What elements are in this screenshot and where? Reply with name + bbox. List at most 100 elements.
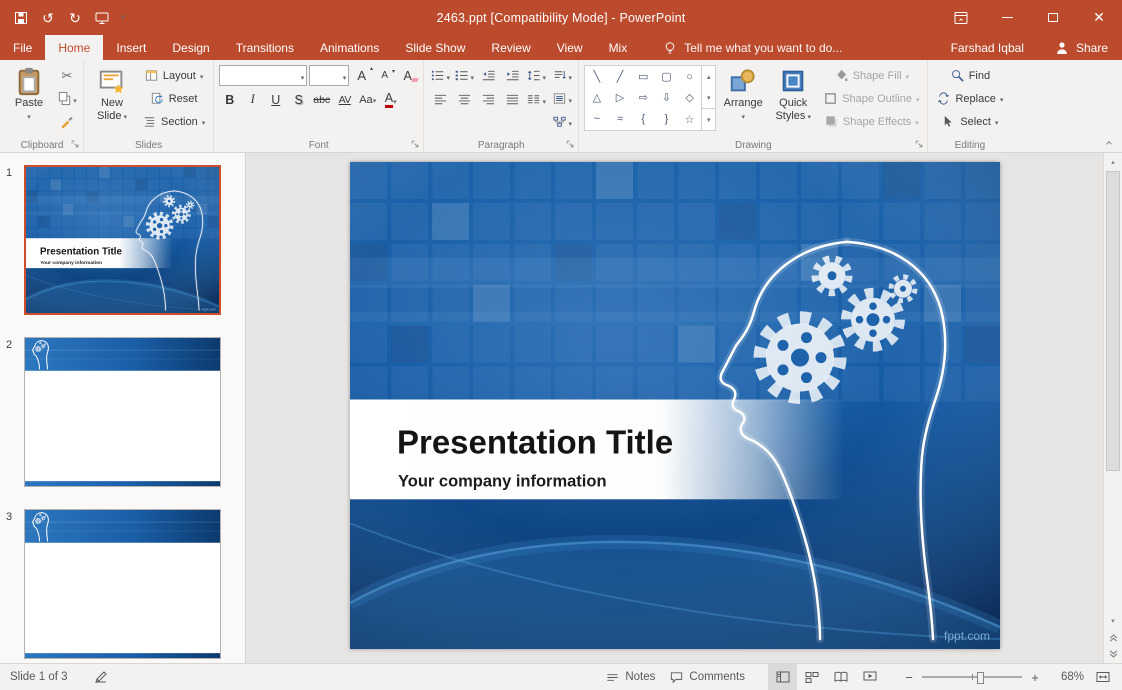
increase-font-size-button[interactable]: A (351, 65, 372, 86)
shape-glyph[interactable]: ╲ (594, 70, 601, 83)
shape-glyph[interactable]: ○ (686, 71, 693, 83)
reading-view-button[interactable] (826, 664, 855, 690)
redo-button[interactable]: ↻ (62, 5, 88, 31)
vertical-scrollbar[interactable] (1103, 153, 1122, 663)
slide-thumbnail-1[interactable]: 1 (6, 165, 245, 315)
slide-thumbnail-image[interactable] (24, 509, 221, 659)
cut-button[interactable]: ✂ (56, 65, 78, 86)
shape-glyph[interactable]: ≈ (617, 113, 623, 125)
account-name[interactable]: Farshad Iqbal (951, 35, 1024, 60)
slide-thumbnail-3[interactable]: 3 (6, 509, 245, 659)
strikethrough-button[interactable]: abc (311, 89, 332, 110)
close-button[interactable]: ✕ (1076, 0, 1122, 35)
shape-glyph[interactable]: ▭ (638, 70, 648, 83)
ribbon-display-options-button[interactable] (938, 0, 984, 35)
change-case-button[interactable]: Aa (357, 89, 378, 110)
font-dialog-launcher[interactable] (409, 138, 421, 150)
reset-button[interactable]: Reset (139, 88, 208, 109)
start-slideshow-button[interactable] (89, 5, 115, 31)
format-painter-button[interactable] (56, 111, 78, 132)
undo-button[interactable]: ↺ (35, 5, 61, 31)
find-button[interactable]: Find (933, 65, 1006, 86)
shapes-scroll-down-button[interactable] (702, 87, 715, 108)
arrange-button[interactable]: Arrange (720, 63, 766, 137)
tab-design[interactable]: Design (159, 35, 222, 60)
slide-sorter-view-button[interactable] (797, 664, 826, 690)
tab-home[interactable]: Home (45, 35, 103, 60)
zoom-level[interactable]: 68% (1050, 671, 1084, 683)
increase-indent-button[interactable] (501, 65, 523, 86)
shape-glyph[interactable]: ☆ (685, 113, 695, 126)
previous-slide-button[interactable] (1104, 629, 1122, 646)
scroll-down-button[interactable] (1104, 612, 1122, 629)
collapse-ribbon-button[interactable] (1101, 136, 1117, 149)
shapes-gallery[interactable]: ╲ ╱ ▭ ▢ ○ △ ▷ ⇨ ⇩ ◇ ~ ≈ { } ☆ (584, 65, 716, 131)
notes-button[interactable]: Notes (598, 664, 662, 690)
shape-glyph[interactable]: ▷ (616, 91, 624, 104)
paste-button[interactable]: Paste (6, 63, 52, 137)
slide-editor[interactable] (350, 162, 1000, 649)
shape-glyph[interactable]: ⇨ (639, 91, 648, 104)
tell-me-box[interactable]: Tell me what you want to do... (656, 35, 848, 60)
normal-view-button[interactable] (768, 664, 797, 690)
align-center-button[interactable] (453, 89, 475, 110)
shape-glyph[interactable]: } (665, 113, 669, 125)
slide-thumbnail-image[interactable] (24, 337, 221, 487)
columns-button[interactable] (525, 89, 547, 110)
font-name-combobox[interactable] (219, 65, 307, 86)
tab-insert[interactable]: Insert (103, 35, 159, 60)
tab-animations[interactable]: Animations (307, 35, 392, 60)
bold-button[interactable]: B (219, 89, 240, 110)
shape-glyph[interactable]: ~ (594, 113, 600, 125)
layout-button[interactable]: Layout (139, 65, 208, 86)
shape-outline-button[interactable]: Shape Outline (820, 88, 922, 109)
shape-glyph[interactable]: ◇ (685, 91, 693, 104)
align-left-button[interactable] (429, 89, 451, 110)
slide-show-button[interactable] (855, 664, 884, 690)
tab-slide-show[interactable]: Slide Show (392, 35, 478, 60)
text-shadow-button[interactable]: S (288, 89, 309, 110)
slide-thumbnail-image[interactable] (24, 165, 221, 315)
font-size-combobox[interactable] (309, 65, 349, 86)
shape-glyph[interactable]: △ (593, 91, 601, 104)
fit-slide-to-window-button[interactable] (1090, 664, 1116, 690)
section-button[interactable]: Section (139, 111, 208, 132)
select-button[interactable]: Select (933, 111, 1006, 132)
shapes-scroll-up-button[interactable] (702, 66, 715, 87)
character-spacing-button[interactable]: AV (334, 89, 355, 110)
tab-file[interactable]: File (0, 35, 45, 60)
zoom-in-button[interactable]: + (1024, 664, 1046, 690)
numbering-button[interactable] (453, 65, 475, 86)
decrease-font-size-button[interactable]: A (374, 65, 395, 86)
minimize-button[interactable] (984, 0, 1030, 35)
drawing-dialog-launcher[interactable] (913, 138, 925, 150)
italic-button[interactable]: I (242, 89, 263, 110)
shape-glyph[interactable]: ╱ (617, 70, 624, 83)
share-button[interactable]: Share (1040, 35, 1122, 60)
justify-button[interactable] (501, 89, 523, 110)
zoom-slider[interactable] (922, 664, 1022, 690)
clipboard-dialog-launcher[interactable] (69, 138, 81, 150)
scroll-up-button[interactable] (1104, 153, 1122, 170)
shape-effects-button[interactable]: Shape Effects (820, 111, 922, 132)
convert-to-smartart-button[interactable] (551, 111, 573, 132)
new-slide-button[interactable]: New Slide (89, 63, 135, 137)
decrease-indent-button[interactable] (477, 65, 499, 86)
comments-button[interactable]: Comments (662, 664, 752, 690)
maximize-button[interactable] (1030, 0, 1076, 35)
next-slide-button[interactable] (1104, 646, 1122, 663)
text-direction-button[interactable] (551, 65, 573, 86)
zoom-slider-thumb[interactable] (977, 672, 984, 684)
paragraph-dialog-launcher[interactable] (564, 138, 576, 150)
spell-check-button[interactable] (86, 664, 116, 690)
tab-view[interactable]: View (544, 35, 596, 60)
bullets-button[interactable] (429, 65, 451, 86)
quick-styles-button[interactable]: Quick Styles (770, 63, 816, 137)
copy-button[interactable] (56, 88, 78, 109)
font-color-button[interactable]: A (380, 89, 401, 110)
customize-qat-button[interactable] (116, 5, 130, 31)
clear-formatting-button[interactable]: A (397, 65, 418, 86)
line-spacing-button[interactable] (525, 65, 547, 86)
tab-transitions[interactable]: Transitions (223, 35, 307, 60)
slide-thumbnail-2[interactable]: 2 (6, 337, 245, 487)
